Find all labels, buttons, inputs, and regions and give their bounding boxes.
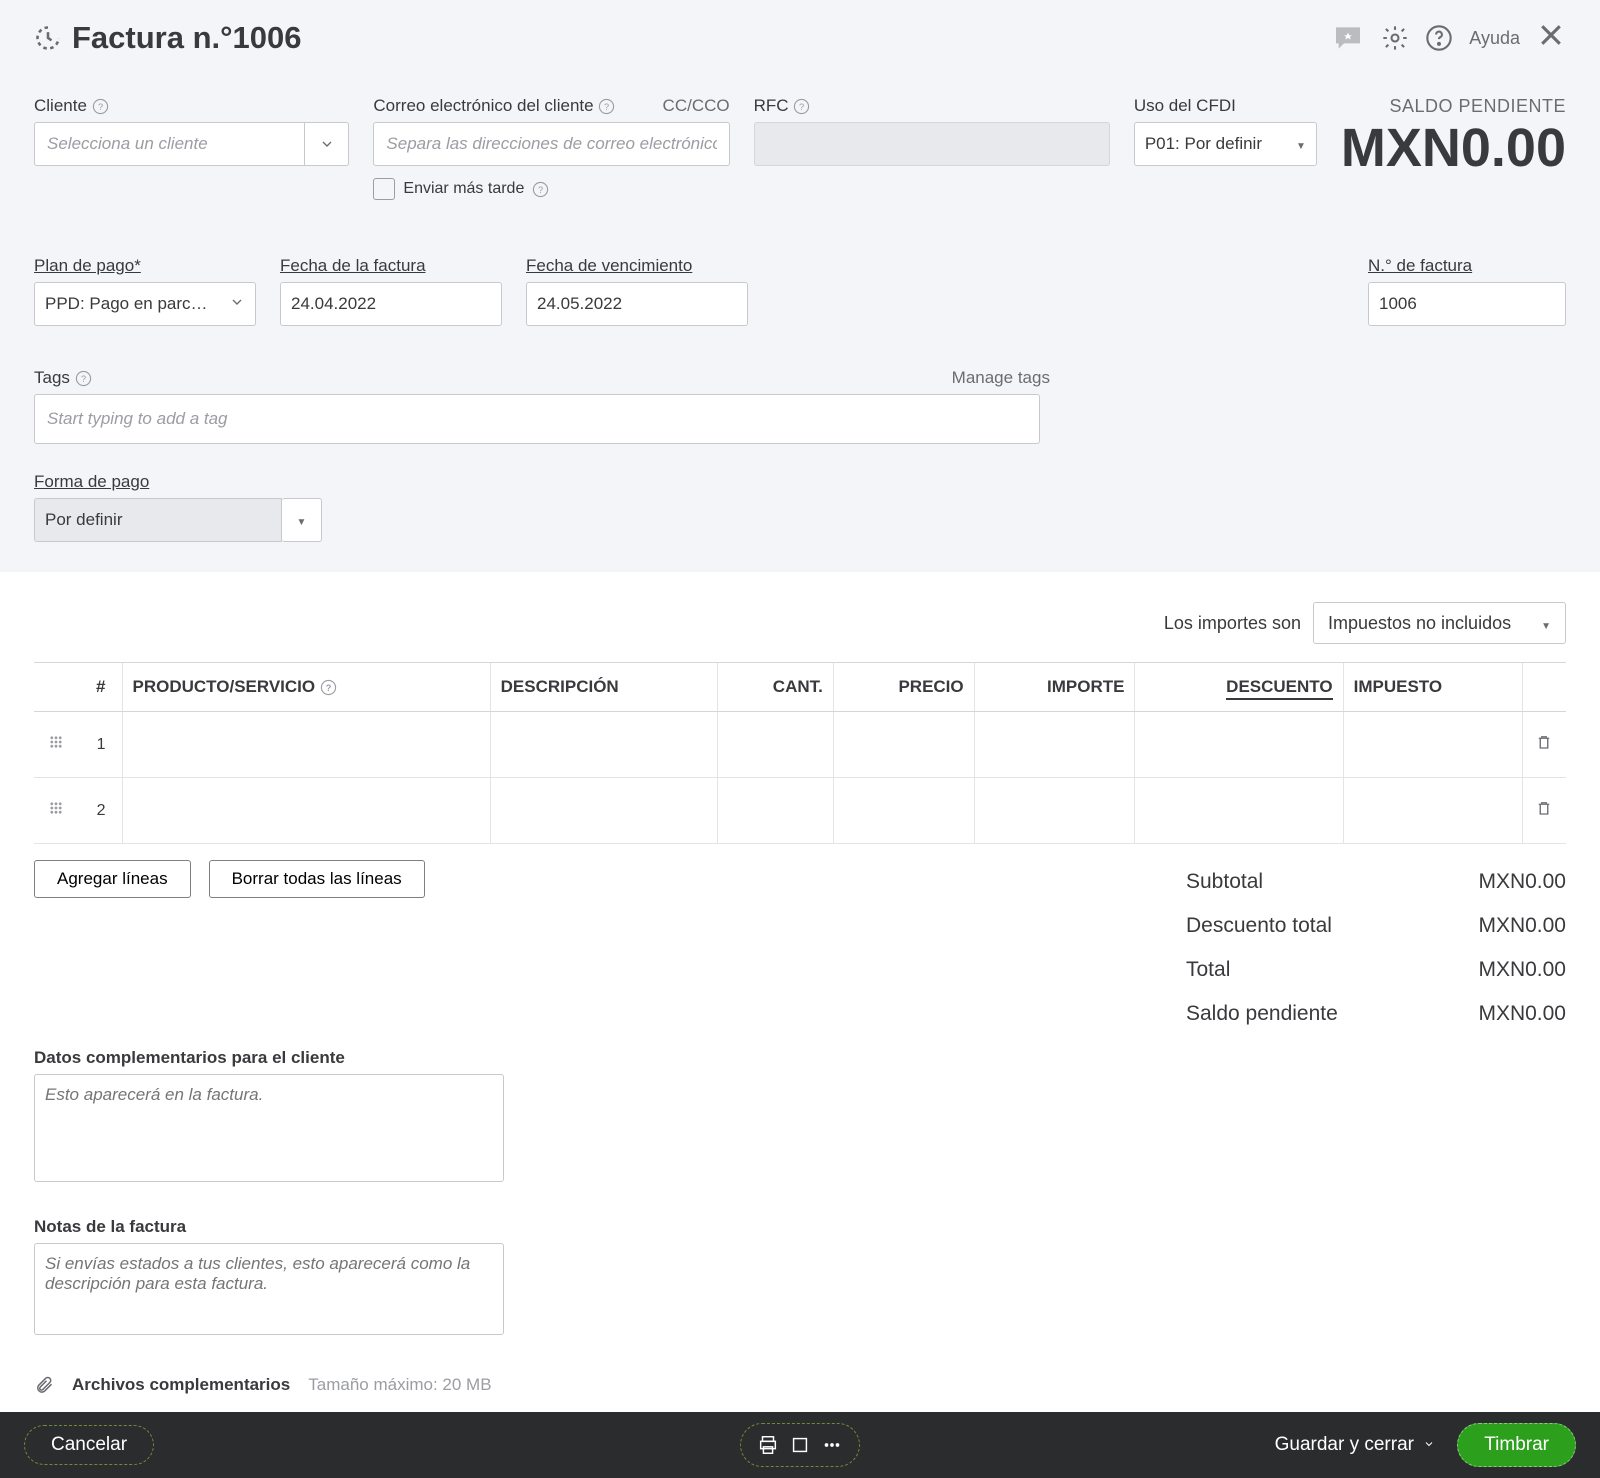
correo-input[interactable]: [373, 122, 729, 166]
add-lines-button[interactable]: Agregar líneas: [34, 860, 191, 898]
svg-text:?: ?: [799, 102, 804, 112]
help-icon[interactable]: ?: [532, 181, 549, 198]
totals-panel: SubtotalMXN0.00 Descuento totalMXN0.00 T…: [1186, 860, 1566, 1036]
save-close-button[interactable]: Guardar y cerrar: [1275, 1434, 1436, 1456]
print-icon[interactable]: [757, 1434, 779, 1456]
attach-size: Tamaño máximo: 20 MB: [308, 1375, 491, 1395]
svg-text:?: ?: [604, 102, 609, 112]
col-tax: IMPUESTO: [1343, 663, 1522, 712]
trash-icon[interactable]: [1535, 798, 1553, 818]
forma-label: Forma de pago: [34, 472, 1566, 492]
col-amount: IMPORTE: [974, 663, 1135, 712]
paperclip-icon[interactable]: [34, 1374, 54, 1396]
page-title: Factura n.°1006: [34, 20, 1331, 56]
enviar-checkbox[interactable]: [373, 178, 395, 200]
help-circle-icon[interactable]: [1425, 24, 1453, 52]
notes-textarea[interactable]: [34, 1243, 504, 1335]
col-product: PRODUCTO/SERVICIO ?: [122, 663, 490, 712]
chevron-down-icon: [319, 136, 335, 152]
attach-label: Archivos complementarios: [72, 1375, 290, 1395]
line-items-table: # PRODUCTO/SERVICIO ? DESCRIPCIÓN CANT. …: [34, 662, 1566, 844]
col-hash: #: [78, 663, 122, 712]
client-memo-label: Datos complementarios para el cliente: [34, 1048, 1566, 1068]
drag-handle-icon[interactable]: [49, 735, 63, 749]
venc-label: Fecha de vencimiento: [526, 256, 748, 276]
help-label[interactable]: Ayuda: [1469, 28, 1520, 49]
plan-select[interactable]: PPD: Pago en parc…: [34, 282, 256, 326]
enviar-label: Enviar más tarde: [403, 180, 524, 198]
importes-select[interactable]: Impuestos no incluidos: [1313, 602, 1566, 644]
manage-tags-link[interactable]: Manage tags: [952, 368, 1050, 388]
more-icon[interactable]: [821, 1434, 843, 1456]
forma-dropdown-toggle[interactable]: [282, 498, 322, 542]
feedback-icon[interactable]: [1331, 22, 1365, 54]
venc-input[interactable]: 24.05.2022: [526, 282, 748, 326]
history-icon: [34, 24, 62, 52]
balance-label: SALDO PENDIENTE: [1341, 96, 1566, 117]
fecha-input[interactable]: 24.04.2022: [280, 282, 502, 326]
svg-text:?: ?: [326, 683, 332, 693]
help-icon[interactable]: ?: [598, 98, 615, 115]
action-icon[interactable]: [789, 1434, 811, 1456]
client-memo-textarea[interactable]: [34, 1074, 504, 1182]
table-row[interactable]: 2: [34, 778, 1566, 844]
forma-select[interactable]: Por definir: [34, 498, 282, 542]
notes-label: Notas de la factura: [34, 1217, 1566, 1237]
close-icon[interactable]: [1536, 20, 1566, 56]
importes-label: Los importes son: [1164, 613, 1301, 634]
cccco-link[interactable]: CC/CCO: [663, 96, 730, 116]
rfc-input: [754, 122, 1110, 166]
clear-lines-button[interactable]: Borrar todas las líneas: [209, 860, 425, 898]
fecha-label: Fecha de la factura: [280, 256, 502, 276]
chevron-down-icon: [1423, 1438, 1435, 1450]
cliente-select[interactable]: [34, 122, 305, 166]
help-icon[interactable]: ?: [793, 98, 810, 115]
svg-text:?: ?: [81, 374, 86, 384]
cancel-button[interactable]: Cancelar: [24, 1425, 154, 1465]
plan-label: Plan de pago*: [34, 256, 256, 276]
cliente-label: Cliente ?: [34, 96, 349, 116]
cliente-dropdown-toggle[interactable]: [305, 122, 349, 166]
cfdi-label: Uso del CFDI: [1134, 96, 1317, 116]
help-icon[interactable]: ?: [320, 679, 337, 696]
col-desc: DESCRIPCIÓN: [490, 663, 717, 712]
correo-label: Correo electrónico del cliente ? CC/CCO: [373, 96, 729, 116]
tags-label: Tags ?: [34, 368, 92, 388]
help-icon[interactable]: ?: [75, 370, 92, 387]
balance-amount: MXN0.00: [1341, 121, 1566, 175]
svg-text:?: ?: [538, 185, 543, 195]
chevron-down-icon: [229, 294, 245, 310]
table-row[interactable]: 1: [34, 712, 1566, 778]
help-icon[interactable]: ?: [92, 98, 109, 115]
footer-bar: Cancelar Guardar y cerrar Timbrar: [0, 1412, 1600, 1478]
tags-input[interactable]: [34, 394, 1040, 444]
cfdi-select[interactable]: P01: Por definir: [1134, 122, 1317, 166]
gear-icon[interactable]: [1381, 24, 1409, 52]
rfc-label: RFC ?: [754, 96, 1110, 116]
col-price: PRECIO: [833, 663, 974, 712]
svg-text:?: ?: [98, 102, 103, 112]
drag-handle-icon[interactable]: [49, 801, 63, 815]
num-label: N.° de factura: [1368, 256, 1566, 276]
col-qty: CANT.: [717, 663, 833, 712]
footer-center-actions[interactable]: [740, 1423, 860, 1467]
page-header: Factura n.°1006 Ayuda: [34, 20, 1566, 56]
col-discount: DESCUENTO: [1135, 663, 1343, 712]
timbrar-button[interactable]: Timbrar: [1457, 1423, 1576, 1467]
trash-icon[interactable]: [1535, 732, 1553, 752]
num-input[interactable]: 1006: [1368, 282, 1566, 326]
